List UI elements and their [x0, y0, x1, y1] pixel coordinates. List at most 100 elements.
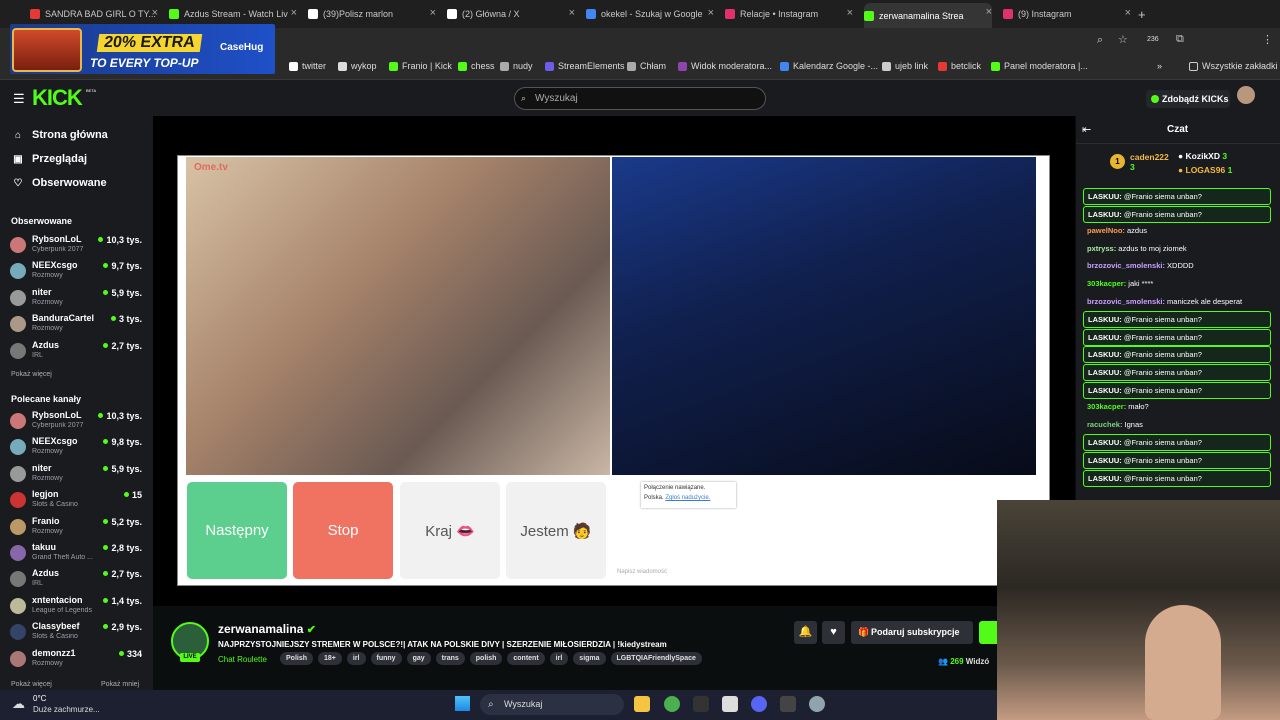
menu-icon[interactable]: ⋮	[1262, 33, 1273, 46]
show-less-recommended[interactable]: Pokaż mniej	[101, 681, 139, 688]
hamburger-menu-icon[interactable]: ☰	[13, 91, 25, 107]
top-gifter-3[interactable]: ● LOGAS96 1	[1178, 165, 1232, 175]
sidebar-channel[interactable]: Classybeef Slots & Casino 2,9 tys.	[10, 621, 146, 645]
get-kicks-button[interactable]: Zdobądź KICKs	[1146, 90, 1230, 108]
stream-tag[interactable]: funny	[370, 652, 402, 665]
chat-username[interactable]: LASKUU	[1088, 456, 1119, 465]
chat-username[interactable]: racuchek	[1087, 420, 1120, 429]
taskbar-search[interactable]: ⌕ Wyszukaj	[480, 694, 624, 715]
bookmark-item[interactable]: Widok moderatora...	[678, 61, 772, 71]
chat-username[interactable]: LASKUU	[1088, 350, 1119, 359]
sidebar-channel[interactable]: Azdus IRL 2,7 tys.	[10, 568, 146, 592]
sidebar-channel[interactable]: takuu Grand Theft Auto ... 2,8 tys.	[10, 542, 146, 566]
file-explorer-icon[interactable]	[634, 696, 650, 712]
collapse-chat-icon[interactable]: ⇤	[1082, 123, 1091, 136]
nav-home[interactable]: ⌂ Strona główna	[12, 129, 108, 141]
ometv-button[interactable]: Stop	[293, 482, 393, 579]
stream-tag[interactable]: trans	[435, 652, 465, 665]
bookmark-item[interactable]: Kalendarz Google -...	[780, 61, 878, 71]
follow-heart-button[interactable]: ♥	[822, 621, 845, 644]
bookmark-item[interactable]: ujeb link	[882, 61, 928, 71]
bookmark-item[interactable]: betclick	[938, 61, 981, 71]
close-tab-icon[interactable]: ×	[430, 7, 436, 19]
terminal-icon[interactable]	[780, 696, 796, 712]
show-more-recommended[interactable]: Pokaż więcej	[11, 681, 52, 688]
ometv-button[interactable]: Jestem 🧑	[506, 482, 606, 579]
windows-start-icon[interactable]	[455, 696, 470, 711]
app-icon[interactable]	[693, 696, 709, 712]
nav-following[interactable]: ♡ Obserwowane	[12, 177, 107, 189]
stream-tag[interactable]: polish	[469, 652, 503, 665]
close-tab-icon[interactable]: ×	[1125, 7, 1131, 19]
search-icon[interactable]: ⌕	[1097, 34, 1103, 47]
sidebar-channel[interactable]: BanduraCartel Rozmowy 3 tys.	[10, 313, 146, 337]
bookmarks-more[interactable]: »	[1157, 61, 1162, 71]
close-tab-icon[interactable]: ×	[569, 7, 575, 19]
sidebar-channel[interactable]: RybsonLoL Cyberpunk 2077 10,3 tys.	[10, 410, 146, 434]
new-tab-button[interactable]: +	[1138, 4, 1146, 24]
close-tab-icon[interactable]: ×	[291, 7, 297, 19]
user-avatar[interactable]	[1237, 86, 1255, 104]
chat-username[interactable]: brzozovic_smolenski	[1087, 261, 1162, 270]
browser-tab[interactable]: Relacje • Instagram ×	[725, 4, 853, 24]
bookmark-item[interactable]: twitter	[289, 61, 326, 71]
settings-icon[interactable]	[809, 696, 825, 712]
chat-username[interactable]: 303kacper	[1087, 279, 1124, 288]
sidebar-channel[interactable]: Azdus IRL 2,7 tys.	[10, 340, 146, 364]
subscribe-button[interactable]	[979, 621, 997, 644]
all-bookmarks[interactable]: Wszystkie zakładki	[1189, 61, 1278, 71]
browser-tab[interactable]: zerwanamalina Strea ×	[864, 3, 992, 28]
chat-username[interactable]: pxtryss	[1087, 244, 1114, 253]
chat-username[interactable]: LASKUU	[1088, 315, 1119, 324]
close-tab-icon[interactable]: ×	[847, 7, 853, 19]
browser-tab[interactable]: okekel - Szukaj w Google ×	[586, 4, 714, 24]
gift-subscription-button[interactable]: 🎁 Podaruj subskrypcje	[851, 621, 973, 644]
chat-username[interactable]: LASKUU	[1088, 333, 1119, 342]
stream-tag[interactable]: content	[507, 652, 545, 665]
channel-name[interactable]: zerwanamalina ✔	[218, 622, 316, 636]
nav-browse[interactable]: ▣ Przeglądaj	[12, 153, 87, 165]
discord-icon[interactable]	[751, 696, 767, 712]
sidebar-channel[interactable]: NEEXcsgo Rozmowy 9,8 tys.	[10, 436, 146, 460]
bookmark-item[interactable]: wykop	[338, 61, 377, 71]
chat-username[interactable]: LASKUU	[1088, 474, 1119, 483]
sidebar-channel[interactable]: legjon Slots & Casino 15	[10, 489, 146, 513]
top-gifter-1[interactable]: caden222 3	[1130, 152, 1169, 172]
stream-tag[interactable]: Polish	[280, 652, 314, 665]
bookmark-item[interactable]: StreamElements	[545, 61, 625, 71]
chrome-icon[interactable]	[664, 696, 680, 712]
chat-username[interactable]: LASKUU	[1088, 368, 1119, 377]
show-more-followed[interactable]: Pokaż więcej	[11, 371, 52, 378]
message-input[interactable]: Napisz wiadomość	[617, 569, 667, 575]
top-gifter-2[interactable]: ● KozikXD 3	[1178, 151, 1227, 161]
sidebar-channel[interactable]: RybsonLoL Cyberpunk 2077 10,3 tys.	[10, 234, 146, 258]
stream-category[interactable]: Chat Roulette	[218, 655, 267, 664]
notification-bell-button[interactable]: 🔔	[794, 621, 817, 644]
close-tab-icon[interactable]: ×	[708, 7, 714, 19]
chat-username[interactable]: pawelNoo	[1087, 226, 1122, 235]
puzzle-icon[interactable]: ⧉	[1176, 33, 1184, 46]
browser-tab[interactable]: (39)Polisz marlon ×	[308, 4, 436, 24]
report-abuse-link[interactable]: Zgłoś nadużycie.	[665, 495, 710, 501]
bookmark-item[interactable]: chess	[458, 61, 495, 71]
browser-tab[interactable]: (9) Instagram ×	[1003, 4, 1131, 24]
kick-logo[interactable]: KICK	[32, 85, 83, 111]
browser-tab[interactable]: SANDRA BAD GIRL O TY... ×	[30, 4, 158, 24]
chat-username[interactable]: 303kacper	[1087, 402, 1124, 411]
ometv-button[interactable]: Kraj 👄	[400, 482, 500, 579]
sidebar-channel[interactable]: demonzz1 Rozmowy 334	[10, 648, 146, 672]
bookmark-item[interactable]: nudy	[500, 61, 533, 71]
ometv-button[interactable]: Następny	[187, 482, 287, 579]
stream-tag[interactable]: irl	[549, 652, 569, 665]
stream-tag[interactable]: irl	[346, 652, 366, 665]
chat-username[interactable]: LASKUU	[1088, 192, 1119, 201]
search-input[interactable]: ⌕ Wyszukaj	[514, 87, 766, 110]
star-icon[interactable]: ☆	[1118, 33, 1128, 46]
bookmark-item[interactable]: Franio | Kick	[389, 61, 452, 71]
chat-username[interactable]: brzozovic_smolenski	[1087, 297, 1162, 306]
chat-username[interactable]: LASKUU	[1088, 210, 1119, 219]
chat-username[interactable]: LASKUU	[1088, 386, 1119, 395]
extension-badge[interactable]: 236	[1147, 36, 1159, 43]
stream-tag[interactable]: LGBTQIAFriendlySpace	[610, 652, 702, 665]
stream-tag[interactable]: sigma	[573, 652, 606, 665]
